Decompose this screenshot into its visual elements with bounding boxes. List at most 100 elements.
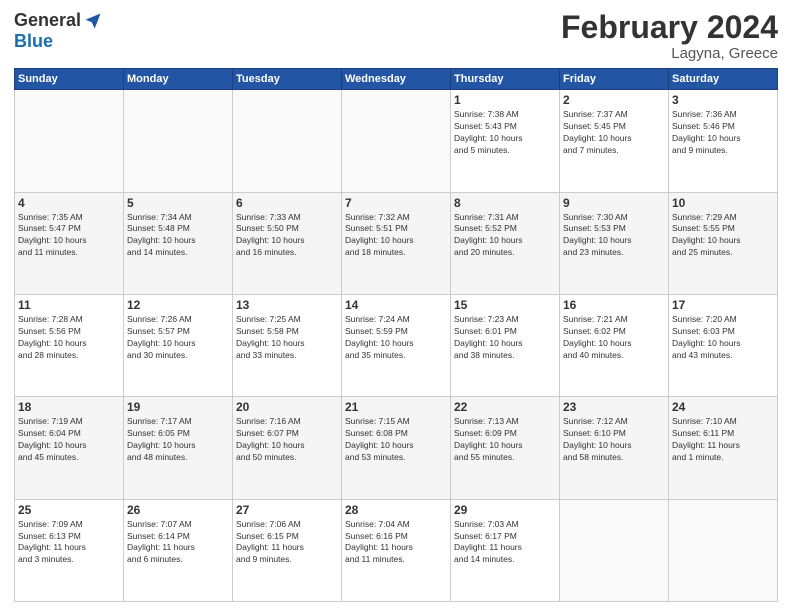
day-info: Sunrise: 7:38 AM Sunset: 5:43 PM Dayligh… bbox=[454, 109, 556, 157]
day-number: 19 bbox=[127, 400, 229, 414]
day-info: Sunrise: 7:19 AM Sunset: 6:04 PM Dayligh… bbox=[18, 416, 120, 464]
cell-3-5: 15 Sunrise: 7:23 AM Sunset: 6:01 PM Dayli… bbox=[451, 294, 560, 396]
cell-3-7: 17 Sunrise: 7:20 AM Sunset: 6:03 PM Dayli… bbox=[669, 294, 778, 396]
header-thursday: Thursday bbox=[451, 69, 560, 90]
day-number: 10 bbox=[672, 196, 774, 210]
day-number: 24 bbox=[672, 400, 774, 414]
header-saturday: Saturday bbox=[669, 69, 778, 90]
header-friday: Friday bbox=[560, 69, 669, 90]
cell-1-3 bbox=[233, 90, 342, 192]
day-number: 18 bbox=[18, 400, 120, 414]
cell-2-2: 5Sunrise: 7:34 AM Sunset: 5:48 PM Daylig… bbox=[124, 192, 233, 294]
cell-2-3: 6 Sunrise: 7:33 AM Sunset: 5:50 PM Daylig… bbox=[233, 192, 342, 294]
cell-1-7: 3Sunrise: 7:36 AM Sunset: 5:46 PM Daylig… bbox=[669, 90, 778, 192]
week-row-4: 18 Sunrise: 7:19 AM Sunset: 6:04 PM Dayli… bbox=[15, 397, 778, 499]
day-number: 15 bbox=[454, 298, 556, 312]
cell-3-1: 11 Sunrise: 7:28 AM Sunset: 5:56 PM Dayli… bbox=[15, 294, 124, 396]
day-info: Sunrise: 7:03 AM Sunset: 6:17 PM Dayligh… bbox=[454, 519, 556, 567]
day-number: 2 bbox=[563, 93, 665, 107]
day-info: Sunrise: 7:33 AM Sunset: 5:50 PM Dayligh… bbox=[236, 212, 338, 260]
day-number: 14 bbox=[345, 298, 447, 312]
logo: General Blue bbox=[14, 10, 103, 52]
cell-5-5: 29Sunrise: 7:03 AM Sunset: 6:17 PM Dayli… bbox=[451, 499, 560, 601]
cell-5-7 bbox=[669, 499, 778, 601]
cell-2-7: 10 Sunrise: 7:29 AM Sunset: 5:55 PM Dayli… bbox=[669, 192, 778, 294]
cell-4-6: 23Sunrise: 7:12 AM Sunset: 6:10 PM Dayli… bbox=[560, 397, 669, 499]
cell-5-3: 27Sunrise: 7:06 AM Sunset: 6:15 PM Dayli… bbox=[233, 499, 342, 601]
day-info: Sunrise: 7:12 AM Sunset: 6:10 PM Dayligh… bbox=[563, 416, 665, 464]
day-info: Sunrise: 7:28 AM Sunset: 5:56 PM Dayligh… bbox=[18, 314, 120, 362]
day-info: Sunrise: 7:04 AM Sunset: 6:16 PM Dayligh… bbox=[345, 519, 447, 567]
week-row-1: 1 Sunrise: 7:38 AM Sunset: 5:43 PM Daylig… bbox=[15, 90, 778, 192]
day-info: Sunrise: 7:06 AM Sunset: 6:15 PM Dayligh… bbox=[236, 519, 338, 567]
logo-text: General bbox=[14, 10, 103, 31]
day-number: 25 bbox=[18, 503, 120, 517]
day-info: Sunrise: 7:16 AM Sunset: 6:07 PM Dayligh… bbox=[236, 416, 338, 464]
cell-5-2: 26Sunrise: 7:07 AM Sunset: 6:14 PM Dayli… bbox=[124, 499, 233, 601]
header-wednesday: Wednesday bbox=[342, 69, 451, 90]
cell-5-6 bbox=[560, 499, 669, 601]
day-number: 21 bbox=[345, 400, 447, 414]
day-info: Sunrise: 7:32 AM Sunset: 5:51 PM Dayligh… bbox=[345, 212, 447, 260]
day-info: Sunrise: 7:21 AM Sunset: 6:02 PM Dayligh… bbox=[563, 314, 665, 362]
title-section: February 2024 Lagyna, Greece bbox=[561, 10, 778, 62]
day-info: Sunrise: 7:23 AM Sunset: 6:01 PM Dayligh… bbox=[454, 314, 556, 362]
day-info: Sunrise: 7:10 AM Sunset: 6:11 PM Dayligh… bbox=[672, 416, 774, 464]
day-number: 6 bbox=[236, 196, 338, 210]
day-info: Sunrise: 7:29 AM Sunset: 5:55 PM Dayligh… bbox=[672, 212, 774, 260]
day-info: Sunrise: 7:37 AM Sunset: 5:45 PM Dayligh… bbox=[563, 109, 665, 157]
day-number: 11 bbox=[18, 298, 120, 312]
cell-3-4: 14 Sunrise: 7:24 AM Sunset: 5:59 PM Dayli… bbox=[342, 294, 451, 396]
logo-bird-icon bbox=[83, 11, 103, 31]
cell-3-6: 16 Sunrise: 7:21 AM Sunset: 6:02 PM Dayli… bbox=[560, 294, 669, 396]
day-number: 20 bbox=[236, 400, 338, 414]
header-sunday: Sunday bbox=[15, 69, 124, 90]
day-number: 4 bbox=[18, 196, 120, 210]
day-info: Sunrise: 7:20 AM Sunset: 6:03 PM Dayligh… bbox=[672, 314, 774, 362]
cell-1-4 bbox=[342, 90, 451, 192]
header: General Blue February 2024 Lagyna, Greec… bbox=[14, 10, 778, 62]
cell-2-4: 7 Sunrise: 7:32 AM Sunset: 5:51 PM Daylig… bbox=[342, 192, 451, 294]
calendar: Sunday Monday Tuesday Wednesday Thursday… bbox=[14, 68, 778, 602]
day-number: 7 bbox=[345, 196, 447, 210]
cell-1-2 bbox=[124, 90, 233, 192]
day-info: Sunrise: 7:35 AM Sunset: 5:47 PM Dayligh… bbox=[18, 212, 120, 260]
cell-5-1: 25 Sunrise: 7:09 AM Sunset: 6:13 PM Dayli… bbox=[15, 499, 124, 601]
week-row-5: 25 Sunrise: 7:09 AM Sunset: 6:13 PM Dayli… bbox=[15, 499, 778, 601]
day-info: Sunrise: 7:24 AM Sunset: 5:59 PM Dayligh… bbox=[345, 314, 447, 362]
day-number: 16 bbox=[563, 298, 665, 312]
day-info: Sunrise: 7:31 AM Sunset: 5:52 PM Dayligh… bbox=[454, 212, 556, 260]
day-number: 1 bbox=[454, 93, 556, 107]
header-tuesday: Tuesday bbox=[233, 69, 342, 90]
header-monday: Monday bbox=[124, 69, 233, 90]
cell-4-5: 22Sunrise: 7:13 AM Sunset: 6:09 PM Dayli… bbox=[451, 397, 560, 499]
page: General Blue February 2024 Lagyna, Greec… bbox=[0, 0, 792, 612]
day-number: 3 bbox=[672, 93, 774, 107]
day-info: Sunrise: 7:07 AM Sunset: 6:14 PM Dayligh… bbox=[127, 519, 229, 567]
cell-4-2: 19 Sunrise: 7:17 AM Sunset: 6:05 PM Dayli… bbox=[124, 397, 233, 499]
day-info: Sunrise: 7:13 AM Sunset: 6:09 PM Dayligh… bbox=[454, 416, 556, 464]
cell-5-4: 28Sunrise: 7:04 AM Sunset: 6:16 PM Dayli… bbox=[342, 499, 451, 601]
day-number: 8 bbox=[454, 196, 556, 210]
cell-1-5: 1 Sunrise: 7:38 AM Sunset: 5:43 PM Daylig… bbox=[451, 90, 560, 192]
day-info: Sunrise: 7:15 AM Sunset: 6:08 PM Dayligh… bbox=[345, 416, 447, 464]
logo-general: General bbox=[14, 10, 81, 31]
cell-4-4: 21 Sunrise: 7:15 AM Sunset: 6:08 PM Dayli… bbox=[342, 397, 451, 499]
day-info: Sunrise: 7:25 AM Sunset: 5:58 PM Dayligh… bbox=[236, 314, 338, 362]
day-number: 13 bbox=[236, 298, 338, 312]
cell-4-3: 20 Sunrise: 7:16 AM Sunset: 6:07 PM Dayli… bbox=[233, 397, 342, 499]
day-number: 5 bbox=[127, 196, 229, 210]
day-info: Sunrise: 7:17 AM Sunset: 6:05 PM Dayligh… bbox=[127, 416, 229, 464]
cell-2-5: 8 Sunrise: 7:31 AM Sunset: 5:52 PM Daylig… bbox=[451, 192, 560, 294]
day-info: Sunrise: 7:09 AM Sunset: 6:13 PM Dayligh… bbox=[18, 519, 120, 567]
cell-4-1: 18 Sunrise: 7:19 AM Sunset: 6:04 PM Dayli… bbox=[15, 397, 124, 499]
day-number: 17 bbox=[672, 298, 774, 312]
week-row-3: 11 Sunrise: 7:28 AM Sunset: 5:56 PM Dayli… bbox=[15, 294, 778, 396]
cell-2-6: 9 Sunrise: 7:30 AM Sunset: 5:53 PM Daylig… bbox=[560, 192, 669, 294]
location: Lagyna, Greece bbox=[561, 45, 778, 62]
logo-blue: Blue bbox=[14, 31, 53, 52]
cell-1-1 bbox=[15, 90, 124, 192]
day-info: Sunrise: 7:26 AM Sunset: 5:57 PM Dayligh… bbox=[127, 314, 229, 362]
day-info: Sunrise: 7:30 AM Sunset: 5:53 PM Dayligh… bbox=[563, 212, 665, 260]
day-number: 9 bbox=[563, 196, 665, 210]
